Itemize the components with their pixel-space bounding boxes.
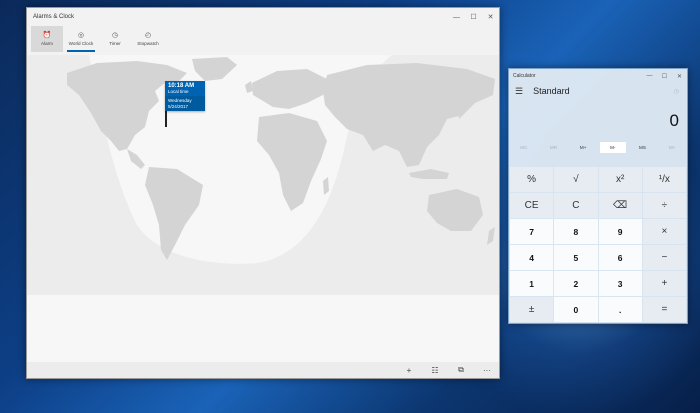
tab-label: Stopwatch <box>137 41 159 46</box>
divide-button[interactable]: ÷ <box>642 193 686 218</box>
tab-stopwatch[interactable]: ◴ Stopwatch <box>132 26 164 52</box>
alarm-clock-icon: ⏰ <box>42 32 52 39</box>
tab-bar: ⏰ Alarm ◎ World Clock ◷ Timer ◴ Stopwatc… <box>27 26 499 52</box>
keypad: % √ x² ¹/x CE C ⌫ ÷ 7 8 9 × 4 5 6 − 1 2 … <box>510 167 686 322</box>
equals-button[interactable]: = <box>642 297 686 322</box>
compare-icon[interactable]: ☷ <box>429 366 441 375</box>
minimize-button[interactable]: — <box>642 69 657 83</box>
memory-list-button[interactable]: M˅ <box>659 145 685 150</box>
digit-8-button[interactable]: 8 <box>554 219 598 244</box>
close-button[interactable]: ✕ <box>672 69 687 83</box>
more-icon[interactable]: ··· <box>481 366 493 375</box>
clock-list-area <box>27 295 499 365</box>
calculator-mode: Standard <box>533 86 570 96</box>
digit-2-button[interactable]: 2 <box>554 271 598 296</box>
multiply-button[interactable]: × <box>642 219 686 244</box>
calculator-titlebar[interactable]: Calculator — ☐ ✕ <box>509 69 687 83</box>
calculator-window: Calculator — ☐ ✕ ☰ Standard ◷ 0 MC MR M+… <box>508 68 688 324</box>
calculator-header: ☰ Standard ◷ <box>509 83 687 99</box>
memory-subtract-button[interactable]: M- <box>599 141 626 153</box>
tab-label: Timer <box>109 41 121 46</box>
window-title: Calculator <box>513 73 536 79</box>
timer-icon: ◷ <box>111 32 119 39</box>
digit-4-button[interactable]: 4 <box>510 245 554 270</box>
maximize-button[interactable]: ☐ <box>465 8 482 26</box>
tab-world-clock[interactable]: ◎ World Clock <box>64 26 98 52</box>
window-title: Alarms & Clock <box>33 14 75 20</box>
tab-timer[interactable]: ◷ Timer <box>99 26 131 52</box>
stopwatch-icon: ◴ <box>144 32 152 39</box>
pin-icon[interactable]: ⧉ <box>455 365 467 375</box>
close-button[interactable]: ✕ <box>482 8 499 26</box>
local-date: Wednesday 5/24/2017 <box>165 96 205 111</box>
add-icon[interactable]: + <box>403 366 415 375</box>
digit-0-button[interactable]: 0 <box>554 297 598 322</box>
memory-store-button[interactable]: MS <box>629 145 655 150</box>
memory-clear-button[interactable]: MC <box>511 145 537 150</box>
minimize-button[interactable]: — <box>448 8 465 26</box>
local-time-card[interactable]: 10:18 AM Local time Wednesday 5/24/2017 <box>165 81 205 111</box>
digit-5-button[interactable]: 5 <box>554 245 598 270</box>
memory-recall-button[interactable]: MR <box>540 145 566 150</box>
local-time-label: Local time <box>168 89 189 94</box>
globe-icon: ◎ <box>77 32 85 39</box>
world-map[interactable]: 10:18 AM Local time Wednesday 5/24/2017 <box>27 55 499 295</box>
history-icon[interactable]: ◷ <box>674 88 679 95</box>
tab-alarm[interactable]: ⏰ Alarm <box>31 26 63 52</box>
digit-9-button[interactable]: 9 <box>598 219 642 244</box>
tab-label: Alarm <box>41 41 53 46</box>
square-button[interactable]: x² <box>598 167 642 192</box>
negate-button[interactable]: ± <box>510 297 554 322</box>
digit-6-button[interactable]: 6 <box>598 245 642 270</box>
tab-label: World Clock <box>68 41 94 46</box>
reciprocal-button[interactable]: ¹/x <box>642 167 686 192</box>
alarms-titlebar[interactable]: Alarms & Clock — ☐ ✕ <box>27 8 499 26</box>
square-root-button[interactable]: √ <box>554 167 598 192</box>
decimal-button[interactable]: . <box>598 297 642 322</box>
digit-3-button[interactable]: 3 <box>598 271 642 296</box>
alarms-clock-window: Alarms & Clock — ☐ ✕ ⏰ Alarm ◎ World Clo… <box>26 7 500 379</box>
memory-add-button[interactable]: M+ <box>570 145 596 150</box>
local-date-value: 5/24/2017 <box>168 103 189 109</box>
add-button[interactable]: + <box>642 271 686 296</box>
hamburger-menu-icon[interactable]: ☰ <box>515 86 523 97</box>
calculator-display: 0 <box>669 111 679 130</box>
command-bar: + ☷ ⧉ ··· <box>27 362 499 378</box>
maximize-button[interactable]: ☐ <box>657 69 672 83</box>
clear-button[interactable]: C <box>554 193 598 218</box>
backspace-button[interactable]: ⌫ <box>598 193 642 218</box>
local-time: 10:18 AM <box>168 83 195 89</box>
percent-button[interactable]: % <box>510 167 554 192</box>
world-map-graphic <box>27 55 499 295</box>
memory-row: MC MR M+ M- MS M˅ <box>509 139 687 155</box>
digit-1-button[interactable]: 1 <box>510 271 554 296</box>
subtract-button[interactable]: − <box>642 245 686 270</box>
digit-7-button[interactable]: 7 <box>510 219 554 244</box>
clear-entry-button[interactable]: CE <box>510 193 554 218</box>
